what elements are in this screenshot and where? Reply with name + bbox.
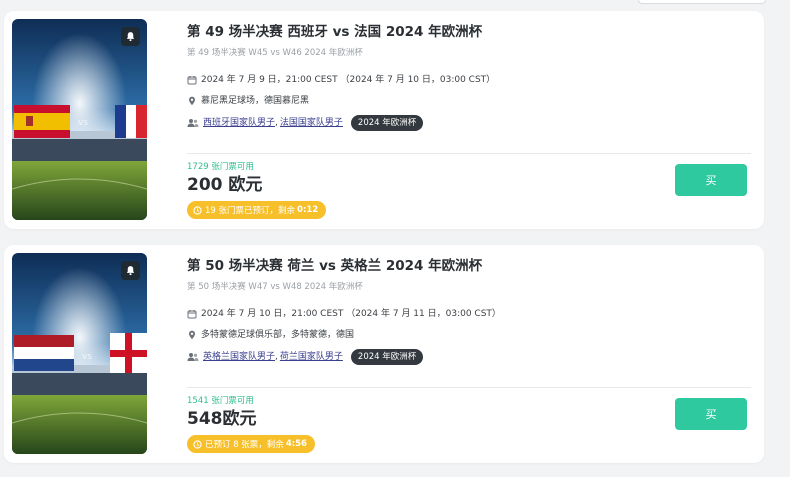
- event-card: vs 第 49 场半决赛 西班牙 vs 法国 2024 年欧洲杯 第 49 场半…: [4, 11, 764, 229]
- netherlands-flag: [14, 335, 74, 371]
- event-info: 第 49 场半决赛 西班牙 vs 法国 2024 年欧洲杯 第 49 场半决赛 …: [187, 23, 748, 131]
- event-image[interactable]: vs: [12, 253, 147, 454]
- ticket-price: 200 欧元: [187, 175, 263, 195]
- team-separator: ,: [275, 118, 278, 128]
- buy-button[interactable]: 买: [675, 398, 747, 430]
- spain-flag: [14, 105, 70, 138]
- event-teams-row: 英格兰国家队男子 , 荷兰国家队男子 2024 年欧洲杯: [187, 349, 748, 365]
- event-subtitle: 第 49 场半决赛 W45 vs W46 2024 年欧洲杯: [187, 48, 363, 58]
- team-separator: ,: [275, 352, 278, 362]
- event-venue: 多特蒙德足球俱乐部，多特蒙德，德国: [201, 330, 355, 340]
- event-title[interactable]: 第 50 场半决赛 荷兰 vs 英格兰 2024 年欧洲杯: [187, 257, 748, 275]
- location-pin-icon: [189, 96, 195, 106]
- event-venue-row: 慕尼黑足球场，德国慕尼黑: [187, 95, 748, 107]
- users-icon: [187, 119, 199, 127]
- timer-countdown: 0:12: [297, 205, 319, 215]
- tournament-tag[interactable]: 2024 年欧洲杯: [350, 115, 424, 131]
- timer-text: 已预订 8 张票，剩余: [205, 440, 284, 450]
- svg-text:vs: vs: [82, 352, 92, 362]
- bell-icon: [126, 32, 135, 42]
- stadium-illustration: vs: [12, 253, 147, 454]
- event-date: 2024 年 7 月 9 日，21:00 CEST （2024 年 7 月 10…: [201, 75, 496, 85]
- team-link[interactable]: 荷兰国家队男子: [280, 351, 343, 363]
- divider: [187, 387, 751, 388]
- team-link[interactable]: 英格兰国家队男子: [203, 351, 275, 363]
- users-icon: [187, 353, 199, 361]
- clock-icon: [193, 205, 202, 215]
- calendar-icon: [187, 76, 197, 85]
- event-date-row: 2024 年 7 月 9 日，21:00 CEST （2024 年 7 月 10…: [187, 74, 748, 86]
- divider: [187, 153, 751, 154]
- event-teams-row: 西班牙国家队男子 , 法国国家队男子 2024 年欧洲杯: [187, 115, 748, 131]
- buy-button[interactable]: 买: [675, 164, 747, 196]
- location-pin-icon: [189, 330, 195, 340]
- event-date: 2024 年 7 月 10 日，21:00 CEST （2024 年 7 月 1…: [201, 309, 501, 319]
- stadium-illustration: vs: [12, 19, 147, 220]
- calendar-icon: [187, 310, 197, 319]
- event-image[interactable]: vs: [12, 19, 147, 220]
- england-flag: [110, 333, 147, 373]
- sort-dropdown[interactable]: [638, 0, 766, 4]
- team-link[interactable]: 法国国家队男子: [280, 117, 343, 129]
- event-card: vs 第 50 场半决赛 荷兰 vs 英格兰 2024 年欧洲杯 第 50 场半…: [4, 245, 764, 463]
- svg-text:vs: vs: [78, 118, 88, 128]
- ticket-price: 548欧元: [187, 409, 257, 429]
- event-venue-row: 多特蒙德足球俱乐部，多特蒙德，德国: [187, 329, 748, 341]
- bell-icon: [126, 266, 135, 276]
- event-info: 第 50 场半决赛 荷兰 vs 英格兰 2024 年欧洲杯 第 50 场半决赛 …: [187, 257, 748, 365]
- team-link[interactable]: 西班牙国家队男子: [203, 117, 275, 129]
- notification-bell-button[interactable]: [121, 27, 140, 46]
- event-subtitle: 第 50 场半决赛 W47 vs W48 2024 年欧洲杯: [187, 282, 363, 292]
- timer-countdown: 4:56: [285, 439, 307, 449]
- event-venue: 慕尼黑足球场，德国慕尼黑: [201, 96, 310, 106]
- ticket-availability: 1729 张门票可用: [187, 162, 254, 172]
- event-title[interactable]: 第 49 场半决赛 西班牙 vs 法国 2024 年欧洲杯: [187, 23, 748, 41]
- notification-bell-button[interactable]: [121, 261, 140, 280]
- france-flag: [115, 105, 147, 138]
- clock-icon: [193, 439, 202, 449]
- ticket-availability: 1541 张门票可用: [187, 396, 254, 406]
- timer-text: 19 张门票已预订，剩余: [205, 206, 296, 216]
- event-date-row: 2024 年 7 月 10 日，21:00 CEST （2024 年 7 月 1…: [187, 308, 748, 320]
- reservation-timer-badge: 19 张门票已预订，剩余 0:12: [187, 201, 327, 219]
- reservation-timer-badge: 已预订 8 张票，剩余 4:56: [187, 435, 315, 453]
- tournament-tag[interactable]: 2024 年欧洲杯: [350, 349, 424, 365]
